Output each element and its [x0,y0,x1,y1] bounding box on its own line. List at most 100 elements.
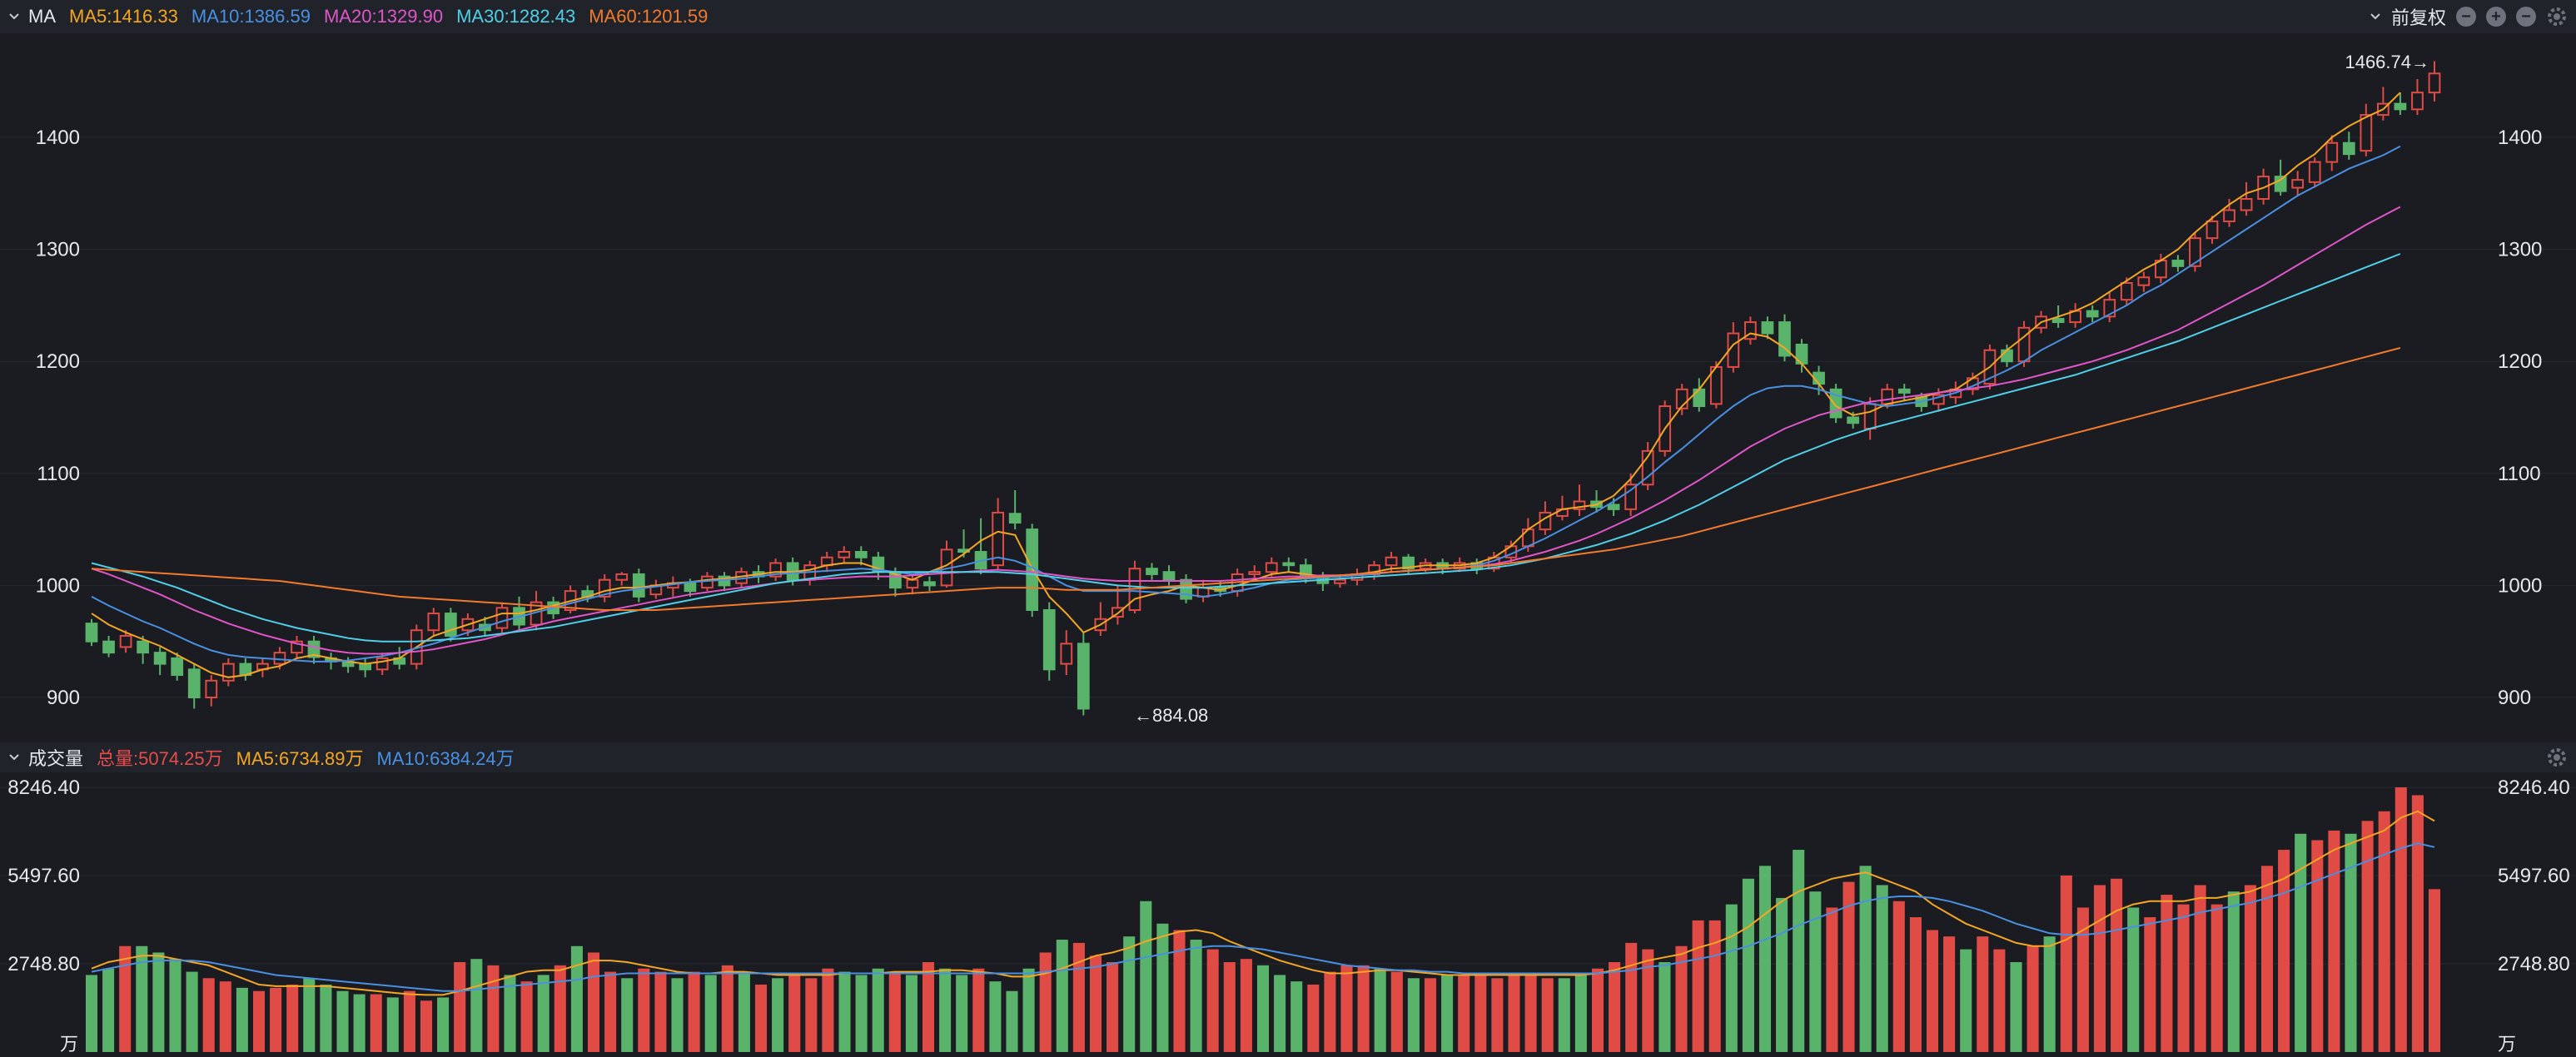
settings-gear-icon[interactable] [2546,6,2568,27]
volume-bar [1022,968,1035,1052]
volume-bar [1558,978,1570,1052]
volume-bar [2378,811,2390,1052]
volume-bar [236,987,248,1052]
candle-body [2291,179,2305,189]
volume-bar [1758,866,1772,1052]
volume-bar [320,985,332,1052]
candle-body [1146,568,1158,575]
volume-bar [654,971,667,1052]
volume-bar [403,990,415,1052]
price-tick-right: 1400 [2498,127,2542,149]
volume-bar [1056,940,1068,1052]
candle-body [359,662,372,671]
collapse-chevron-icon[interactable] [8,752,20,763]
volume-bar [1190,940,1202,1052]
volume-bar [671,978,684,1052]
volume-ma5-readout: MA5:6734.89万 [236,748,364,769]
volume-bar [252,990,266,1052]
volume-bar [1140,901,1152,1052]
candle-body [205,679,218,698]
adjust-dropdown-chevron-icon[interactable] [2370,11,2381,22]
high-price-annotation: 1466.74→ [2345,52,2429,72]
collapse-chevron-icon[interactable] [8,11,20,22]
volume-bar [1424,978,1437,1052]
volume-bar [2260,866,2274,1052]
volume-bar [152,952,165,1052]
volume-bar [1290,981,1303,1052]
volume-tick-right: 5497.60 [2498,865,2570,887]
price-tick-left: 1400 [36,127,80,149]
volume-bar [1725,904,1738,1052]
volume-bar [1524,975,1537,1052]
volume-bar [1541,978,1554,1052]
price-panel-tools: 前复权 − + − [2370,0,2568,33]
volume-bar [989,981,1002,1052]
candle-body [701,575,714,589]
volume-bar [772,978,784,1052]
candle-body [2274,176,2287,192]
candle-body [187,668,201,698]
adjust-mode-dropdown[interactable]: 前复权 [2391,3,2446,30]
price-tick-left: 1000 [36,574,80,597]
candle-body [684,582,697,593]
candle-body [1847,416,1860,424]
volume-bar [621,978,634,1052]
add-indicator-icon[interactable]: + [2486,7,2506,27]
volume-bar [2194,885,2206,1052]
volume-bar [1089,955,1102,1052]
volume-bar [570,945,583,1052]
ma10-readout: MA10:1386.59 [191,6,311,27]
volume-bar [2026,945,2039,1052]
volume-bar [1006,990,1018,1052]
volume-bar [2328,830,2340,1052]
volume-bar [537,975,550,1052]
candle-body [2001,349,2013,363]
volume-bar [822,968,834,1052]
volume-bar [1340,965,1353,1052]
volume-bar [1859,866,1872,1052]
volume-bar [1441,975,1454,1052]
volume-bar [1173,930,1186,1052]
volume-bar [1106,962,1119,1052]
volume-bar [1977,936,1989,1052]
volume-tick-left: 2748.80 [7,953,80,975]
volume-bar [1123,936,1136,1052]
volume-bar [1892,901,1905,1052]
minimize-panel-icon[interactable]: − [2516,7,2536,27]
candle-body [2206,220,2219,240]
price-tick-left: 1200 [36,350,80,373]
candle-body [1334,578,1346,584]
volume-bar [2244,885,2256,1052]
volume-bar [1574,975,1587,1052]
candle-body [2428,72,2441,94]
volume-bar [838,971,851,1052]
candle-body [171,657,184,677]
volume-bar [1692,920,1704,1052]
volume-bar [1809,891,1822,1052]
settings-gear-icon[interactable] [2546,747,2568,768]
candle-body [2342,141,2355,156]
volume-bar [2227,891,2240,1052]
price-chart[interactable]: 1400 1400 1300 1300 1200 1200 1100 1100 1000 1000… [0,33,2576,742]
candle-body [495,607,509,629]
volume-panel-label: 成交量 [28,748,84,769]
volume-bar [437,997,450,1052]
candle-body [1162,571,1176,581]
volume-bar [1390,971,1403,1052]
remove-indicator-icon[interactable]: − [2456,7,2476,27]
volume-bar [1876,885,1888,1052]
volume-ma10-readout: MA10:6384.24万 [376,748,515,769]
ma60-readout: MA60:1201.59 [589,6,709,27]
volume-bar [2161,895,2173,1052]
candle-body [1881,388,1894,405]
candle-body [273,652,286,665]
candle-body [1077,643,1090,710]
volume-unit-left: 万 [60,1034,78,1055]
volume-chart[interactable]: 8246.40 8246.40 5497.60 5497.60 2748.80 2748.… [0,772,2576,1057]
volume-bar [1609,962,1621,1052]
volume-bar [1591,968,1604,1052]
volume-bar [119,945,132,1052]
volume-bar [219,981,231,1052]
candle-body [1897,388,1911,394]
volume-panel-tools [2546,742,2568,772]
